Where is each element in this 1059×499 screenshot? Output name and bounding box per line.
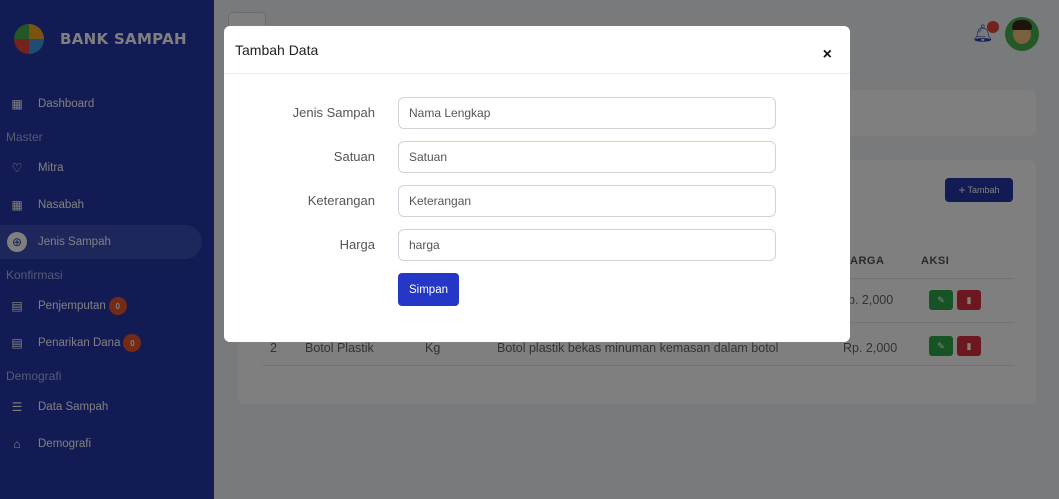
modal-header: Tambah Data bbox=[224, 26, 850, 74]
keterangan-input[interactable] bbox=[398, 185, 776, 217]
save-button[interactable]: Simpan bbox=[398, 273, 459, 306]
harga-input[interactable] bbox=[398, 229, 776, 261]
close-icon[interactable]: × bbox=[823, 46, 832, 64]
field-label: Harga bbox=[339, 237, 375, 252]
jenis-sampah-input[interactable] bbox=[398, 97, 776, 129]
field-label: Satuan bbox=[333, 149, 375, 164]
form-row-keterangan: Keterangan bbox=[224, 185, 850, 217]
field-label: Keterangan bbox=[307, 193, 375, 208]
form-row-satuan: Satuan bbox=[224, 141, 850, 173]
field-label: Jenis Sampah bbox=[292, 105, 375, 120]
add-data-modal: Tambah Data × Jenis Sampah Satuan Ketera… bbox=[224, 26, 850, 342]
modal-title: Tambah Data bbox=[235, 41, 319, 58]
form-row-harga: Harga bbox=[224, 229, 850, 261]
form-row-jenis-sampah: Jenis Sampah bbox=[224, 97, 850, 129]
satuan-input[interactable] bbox=[398, 141, 776, 173]
